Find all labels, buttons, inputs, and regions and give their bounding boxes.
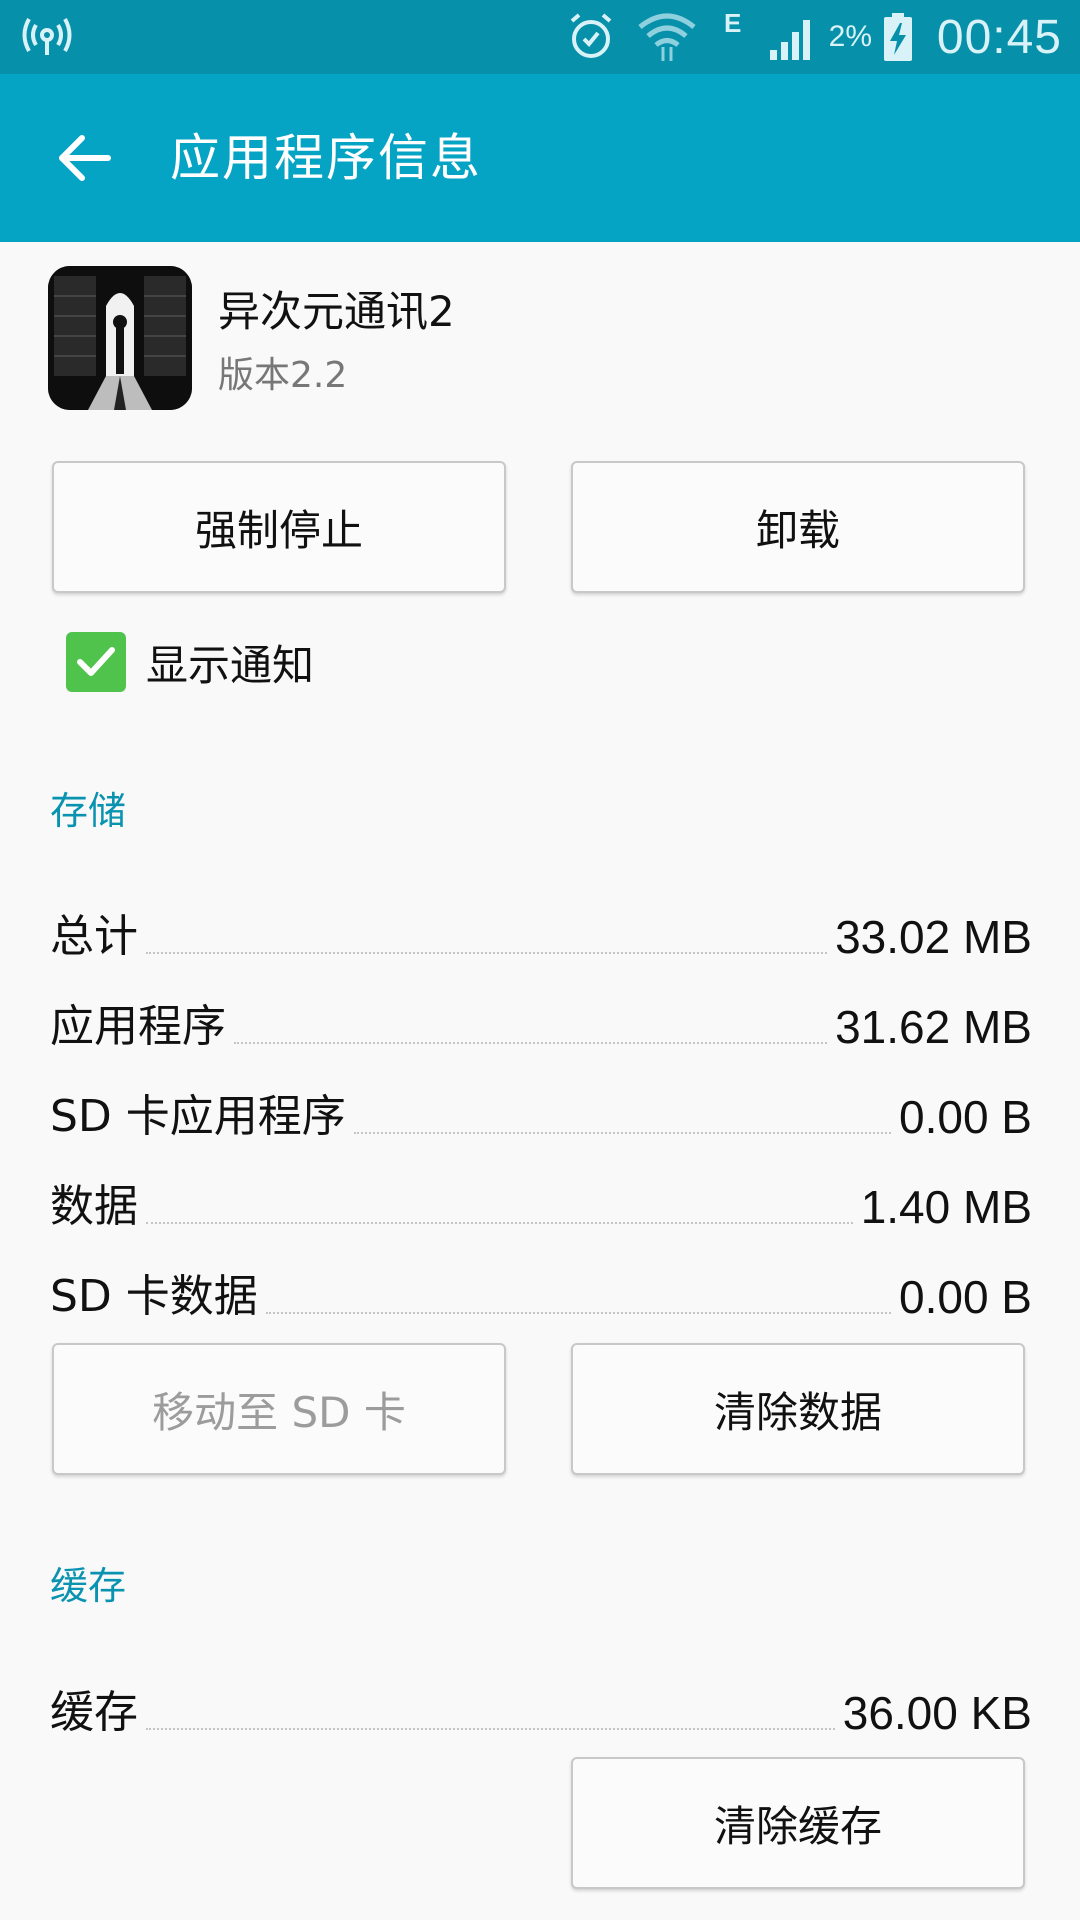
storage-row-total: 总计 33.02 MB [50, 904, 1032, 964]
app-bar: 应用程序信息 [0, 74, 1080, 242]
storage-row-application: 应用程序 31.62 MB [50, 994, 1032, 1054]
storage-section-title: 存储 [50, 789, 127, 833]
storage-row-value: 0.00 B [899, 1271, 1032, 1323]
storage-row-label: 数据 [50, 1181, 138, 1232]
show-notification-row[interactable]: 显示通知 [66, 630, 314, 694]
storage-row-label: 应用程序 [50, 1001, 226, 1052]
show-notification-label: 显示通知 [146, 640, 315, 690]
wifi-icon [636, 0, 698, 74]
storage-row-value: 1.40 MB [860, 1181, 1032, 1233]
force-stop-button[interactable]: 强制停止 [52, 461, 506, 593]
cache-row: 缓存 36.00 KB [50, 1680, 1032, 1740]
storage-row-label: SD 卡数据 [50, 1271, 258, 1322]
hotspot-icon [22, 0, 72, 74]
dotted-leader [146, 952, 828, 954]
storage-row-value: 33.02 MB [835, 911, 1032, 963]
status-bar: E 2% 00:45 [0, 0, 1080, 74]
back-arrow-icon[interactable] [48, 122, 120, 194]
clear-cache-button[interactable]: 清除缓存 [571, 1757, 1025, 1889]
storage-row-sd-application: SD 卡应用程序 0.00 B [50, 1084, 1032, 1144]
dotted-leader [353, 1132, 891, 1134]
cache-row-label: 缓存 [50, 1687, 138, 1738]
dotted-leader [146, 1222, 853, 1224]
network-type-label: E [724, 7, 742, 38]
app-icon [48, 266, 192, 410]
signal-icon [768, 0, 818, 74]
cache-row-value: 36.00 KB [842, 1687, 1032, 1739]
dotted-leader [265, 1312, 891, 1314]
cache-section-title: 缓存 [50, 1564, 127, 1608]
storage-row-label: 总计 [50, 911, 138, 962]
status-time: 00:45 [936, 10, 1062, 64]
storage-row-sd-data: SD 卡数据 0.00 B [50, 1264, 1032, 1324]
app-name: 异次元通讯2 [218, 287, 455, 336]
uninstall-button[interactable]: 卸载 [571, 461, 1025, 593]
show-notification-checkbox[interactable] [66, 632, 126, 692]
storage-row-value: 0.00 B [899, 1091, 1032, 1143]
storage-row-label: SD 卡应用程序 [50, 1091, 346, 1142]
battery-charging-icon [882, 0, 914, 74]
storage-row-value: 31.62 MB [835, 1001, 1032, 1053]
app-version: 版本2.2 [218, 355, 348, 396]
storage-row-data: 数据 1.40 MB [50, 1174, 1032, 1234]
dotted-leader [146, 1728, 835, 1730]
battery-percent: 2% [828, 20, 872, 53]
dotted-leader [234, 1042, 828, 1044]
clear-data-button[interactable]: 清除数据 [571, 1343, 1025, 1475]
page-title: 应用程序信息 [170, 129, 482, 187]
move-to-sd-button[interactable]: 移动至 SD 卡 [52, 1343, 506, 1475]
checkmark-icon [77, 647, 115, 676]
alarm-icon [566, 0, 616, 74]
